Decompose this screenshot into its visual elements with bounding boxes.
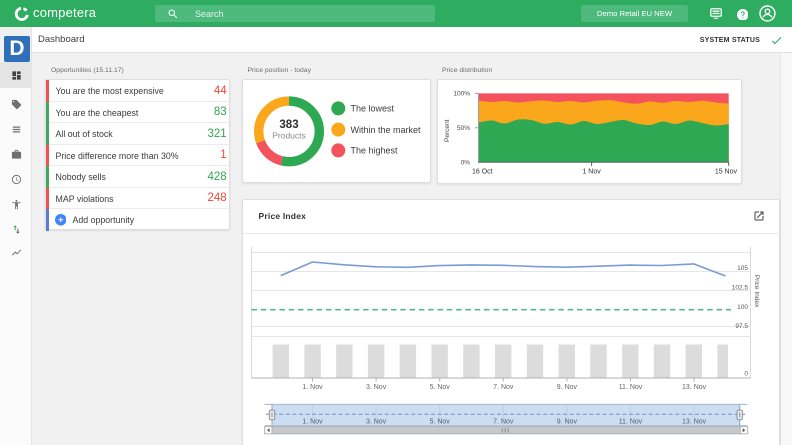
svg-text:Price Index: Price Index	[753, 275, 760, 308]
svg-text:16 Oct: 16 Oct	[472, 168, 493, 175]
svg-text:Percent: Percent	[444, 119, 451, 142]
svg-text:97.5: 97.5	[735, 323, 748, 330]
svg-text:383: 383	[279, 119, 298, 131]
svg-text:The highest: The highest	[351, 146, 399, 156]
svg-text:11. Nov: 11. Nov	[619, 384, 643, 391]
svg-text:13. Nov: 13. Nov	[682, 384, 707, 391]
svg-text:13. Nov: 13. Nov	[682, 419, 707, 426]
svg-text:Products: Products	[272, 130, 306, 140]
svg-text:1. Nov: 1. Nov	[302, 384, 323, 391]
svg-text:50%: 50%	[457, 125, 470, 132]
svg-text:5. Nov: 5. Nov	[430, 384, 451, 391]
svg-text:Within the market: Within the market	[351, 125, 422, 135]
svg-text:9. Nov: 9. Nov	[557, 419, 578, 426]
svg-text:15 Nov: 15 Nov	[715, 168, 738, 175]
svg-text:7. Nov: 7. Nov	[493, 419, 514, 426]
svg-text:The lowest: The lowest	[351, 104, 395, 114]
svg-text:100%: 100%	[453, 91, 470, 98]
svg-text:11. Nov: 11. Nov	[619, 419, 643, 426]
svg-text:3. Nov: 3. Nov	[366, 419, 387, 426]
svg-text:0%: 0%	[461, 160, 471, 167]
svg-text:0: 0	[744, 371, 748, 378]
svg-text:5. Nov: 5. Nov	[430, 419, 451, 426]
svg-text:9. Nov: 9. Nov	[557, 384, 578, 391]
svg-text:105: 105	[737, 265, 748, 272]
svg-text:1 Nov: 1 Nov	[582, 168, 601, 175]
svg-text:100: 100	[737, 304, 748, 311]
svg-text:7. Nov: 7. Nov	[493, 384, 514, 391]
svg-text:102.5: 102.5	[732, 285, 749, 292]
svg-text:1. Nov: 1. Nov	[302, 419, 323, 426]
svg-text:3. Nov: 3. Nov	[366, 384, 387, 391]
